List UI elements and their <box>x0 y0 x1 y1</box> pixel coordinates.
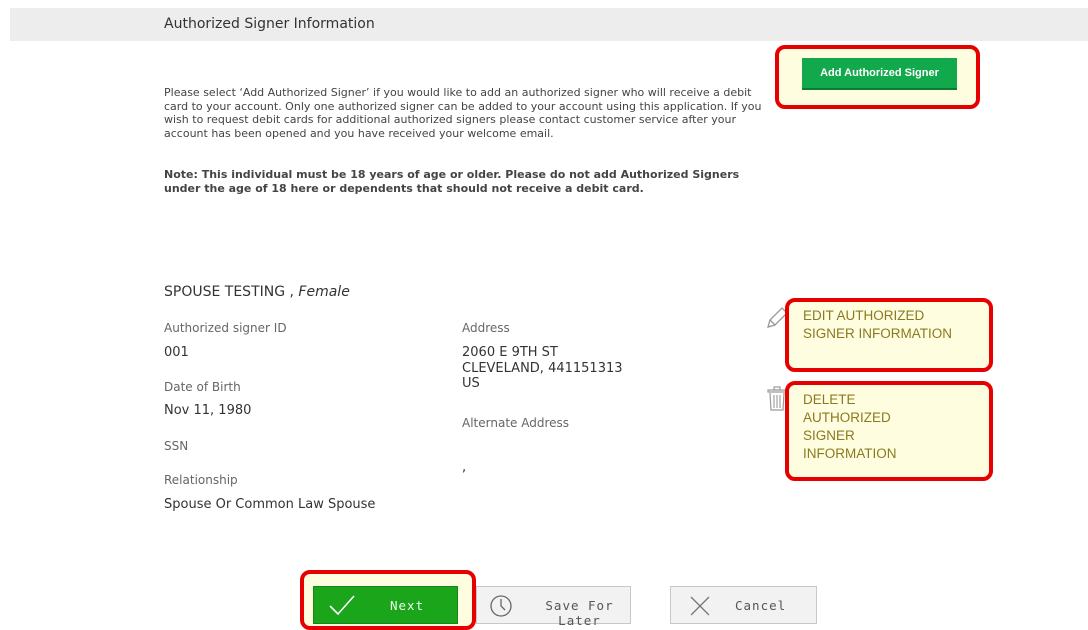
next-button[interactable]: Next <box>313 586 458 624</box>
edit-authorized-signer-link[interactable]: EDIT AUTHORIZED SIGNER INFORMATION <box>803 307 978 343</box>
ssn-label: SSN <box>164 439 189 453</box>
save-for-later-button[interactable]: Save For Later <box>476 586 631 628</box>
address-line2: CLEVELAND, 441151313 <box>462 361 623 376</box>
address-line1: 2060 E 9TH ST <box>462 345 558 360</box>
address-line3: US <box>462 376 480 391</box>
alternate-address-label: Alternate Address <box>462 416 570 430</box>
age-note: Note: This individual must be 18 years o… <box>164 168 740 195</box>
signer-id-label: Authorized signer ID <box>164 321 287 335</box>
checkmark-icon <box>328 593 356 620</box>
signer-id-value: 001 <box>164 345 189 360</box>
address-label: Address <box>462 321 510 335</box>
dob-label: Date of Birth <box>164 380 241 394</box>
signer-name-text: SPOUSE TESTING , <box>164 284 294 300</box>
save-for-later-label: Save For Later <box>545 598 614 628</box>
add-authorized-signer-button[interactable]: Add Authorized Signer <box>802 58 957 90</box>
delete-authorized-signer-link[interactable]: DELETE AUTHORIZED SIGNER INFORMATION <box>803 391 923 463</box>
relationship-label: Relationship <box>164 473 238 487</box>
clock-icon <box>489 594 513 621</box>
signer-gender: Female <box>298 284 350 300</box>
signer-name: SPOUSE TESTING , Female <box>164 284 350 300</box>
intro-text: Please select ‘Add Authorized Signer’ if… <box>164 86 762 140</box>
close-icon <box>689 595 711 620</box>
next-label: Next <box>390 598 425 613</box>
cancel-button[interactable]: Cancel <box>670 586 817 624</box>
dob-value: Nov 11, 1980 <box>164 403 252 418</box>
alternate-address-value: , <box>462 460 467 475</box>
section-title: Authorized Signer Information <box>164 16 375 32</box>
relationship-value: Spouse Or Common Law Spouse <box>164 497 376 512</box>
cancel-label: Cancel <box>735 598 787 613</box>
